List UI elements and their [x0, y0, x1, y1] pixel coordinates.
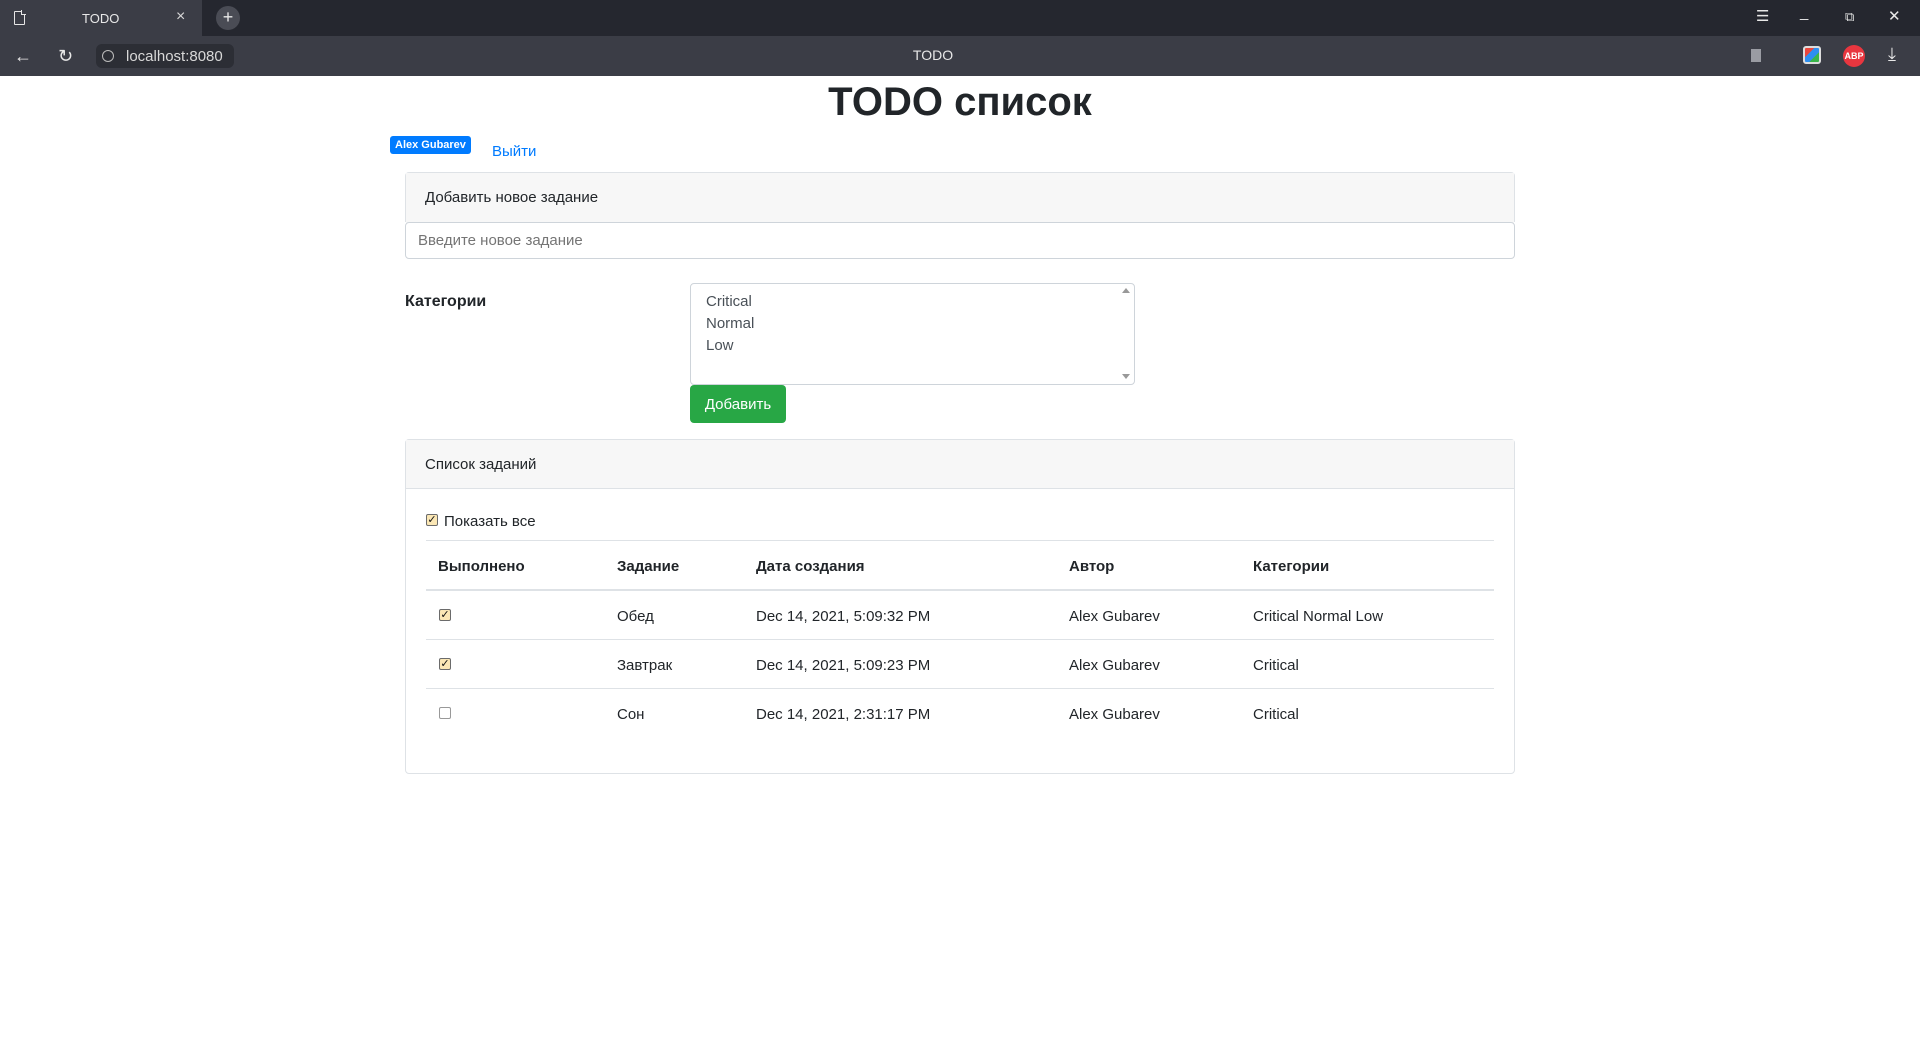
category-option[interactable]: Low [706, 337, 734, 354]
category-option[interactable]: Normal [706, 315, 754, 332]
column-header-created: Дата создания [756, 558, 865, 575]
window-title: TODO [912, 47, 954, 63]
task-categories: Critical [1253, 706, 1299, 723]
task-author: Alex Gubarev [1069, 608, 1160, 625]
task-created: Dec 14, 2021, 2:31:17 PM [756, 706, 931, 723]
new-task-input[interactable] [405, 222, 1515, 259]
bookmark-icon[interactable] [1751, 49, 1761, 62]
column-header-task: Задание [617, 558, 680, 575]
categories-label: Категории [405, 293, 487, 310]
task-author: Alex Gubarev [1069, 657, 1160, 674]
column-header-author: Автор [1069, 558, 1115, 575]
done-checkbox[interactable]: ✓ [439, 609, 451, 621]
download-icon[interactable]: ⤓ [1888, 44, 1896, 65]
page-title: TODO список [828, 80, 1092, 124]
adblock-icon[interactable]: ABP [1843, 45, 1865, 67]
scroll-down-icon[interactable] [1122, 374, 1130, 379]
task-created: Dec 14, 2021, 5:09:32 PM [756, 608, 931, 625]
add-task-header: Добавить новое задание [406, 173, 1514, 223]
row-divider [426, 688, 1494, 689]
column-header-categories: Категории [1253, 558, 1330, 575]
divider [426, 540, 1494, 541]
categories-select[interactable]: Critical Normal Low [690, 283, 1135, 385]
add-button[interactable]: Добавить [690, 385, 786, 423]
menu-icon[interactable]: ☰ [1756, 7, 1769, 27]
category-option[interactable]: Critical [706, 293, 752, 310]
done-checkbox[interactable]: ✓ [439, 658, 451, 670]
done-checkbox[interactable] [439, 707, 451, 719]
column-header-done: Выполнено [438, 558, 525, 575]
close-icon[interactable]: ✕ [1888, 7, 1901, 27]
scroll-up-icon[interactable] [1122, 288, 1130, 293]
task-list-card: Список заданий [405, 439, 1515, 774]
restore-icon[interactable]: ⧉ [1845, 7, 1854, 27]
task-author: Alex Gubarev [1069, 706, 1160, 723]
minimize-icon[interactable]: _ [1800, 3, 1808, 23]
browser-tab[interactable]: TODO × [0, 0, 202, 36]
task-categories: Critical [1253, 657, 1299, 674]
logout-link[interactable]: Выйти [492, 143, 536, 160]
table-header-divider [426, 589, 1494, 591]
browser-tab-bar: TODO × + ☰ _ ⧉ ✕ [0, 0, 1920, 36]
show-all-checkbox[interactable]: ✓ [426, 514, 438, 526]
task-name: Обед [617, 608, 654, 625]
task-list-header: Список заданий [406, 440, 1514, 489]
task-name: Завтрак [617, 657, 673, 674]
task-created: Dec 14, 2021, 5:09:23 PM [756, 657, 931, 674]
extension-icon[interactable] [1803, 46, 1821, 64]
new-tab-button[interactable]: + [216, 6, 240, 30]
show-all-label: Показать все [444, 513, 536, 530]
add-task-card: Добавить новое задание [405, 172, 1515, 223]
task-categories: Critical Normal Low [1253, 608, 1384, 625]
document-icon [14, 10, 26, 25]
tab-title: TODO [82, 11, 120, 26]
row-divider [426, 639, 1494, 640]
user-badge: Alex Gubarev [390, 136, 471, 154]
tab-close-button[interactable]: × [176, 8, 185, 26]
address-bar: ← ↻ localhost:8080 TODO ABP ⤓ [0, 36, 1920, 76]
task-name: Сон [617, 706, 645, 723]
